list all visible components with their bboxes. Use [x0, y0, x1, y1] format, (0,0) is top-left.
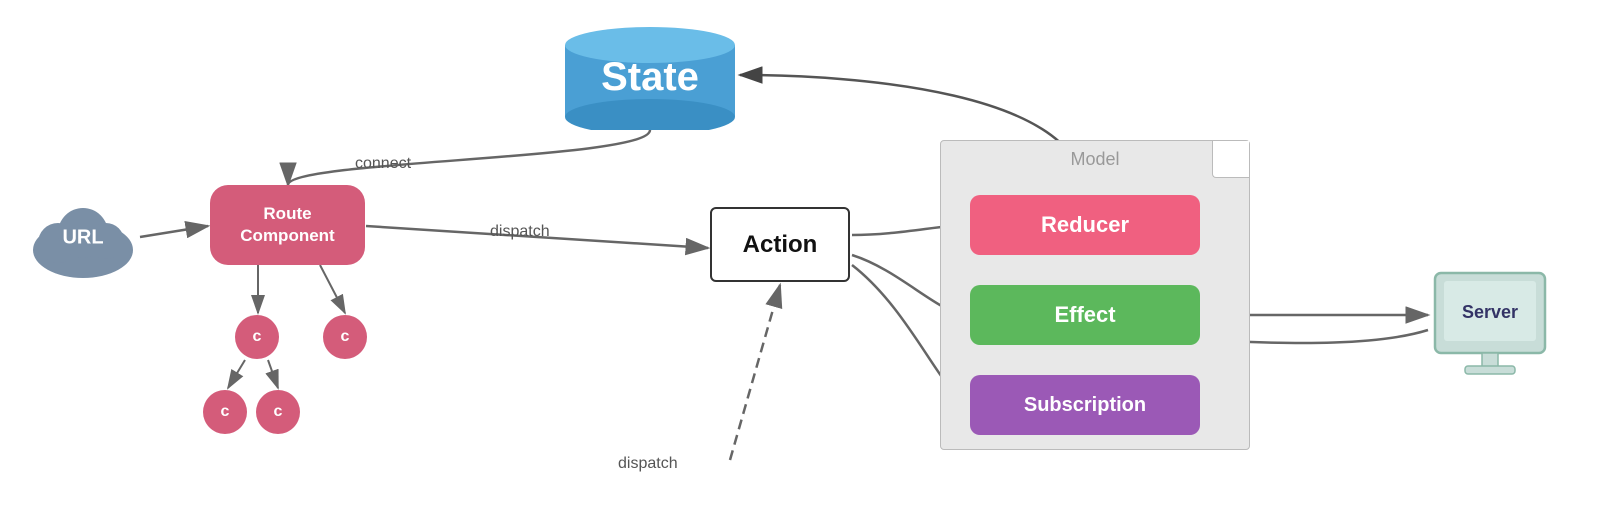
model-label: Model [941, 149, 1249, 170]
dispatch-dashed-label: dispatch [618, 455, 678, 473]
effect-node: Effect [970, 285, 1200, 345]
dispatch-solid-label: dispatch [490, 223, 550, 241]
reducer-node: Reducer [970, 195, 1200, 255]
connect-label: connect [355, 155, 411, 173]
state-node: State [560, 20, 740, 130]
action-node: Action [710, 207, 850, 282]
child-node-3: c [203, 390, 247, 434]
svg-text:Server: Server [1462, 302, 1518, 322]
child-node-1: c [235, 315, 279, 359]
architecture-diagram: URL RouteComponent c c c c State connect… [0, 0, 1614, 508]
svg-text:State: State [601, 55, 699, 99]
reducer-label: Reducer [1041, 212, 1129, 238]
url-node: URL [28, 195, 138, 280]
child-node-2: c [323, 315, 367, 359]
route-component-label: RouteComponent [240, 203, 334, 247]
action-label: Action [743, 231, 818, 259]
server-node: Server [1430, 268, 1550, 378]
effect-label: Effect [1054, 302, 1115, 328]
subscription-node: Subscription [970, 375, 1200, 435]
subscription-label: Subscription [1024, 394, 1146, 417]
route-component-node: RouteComponent [210, 185, 365, 265]
child-node-4: c [256, 390, 300, 434]
